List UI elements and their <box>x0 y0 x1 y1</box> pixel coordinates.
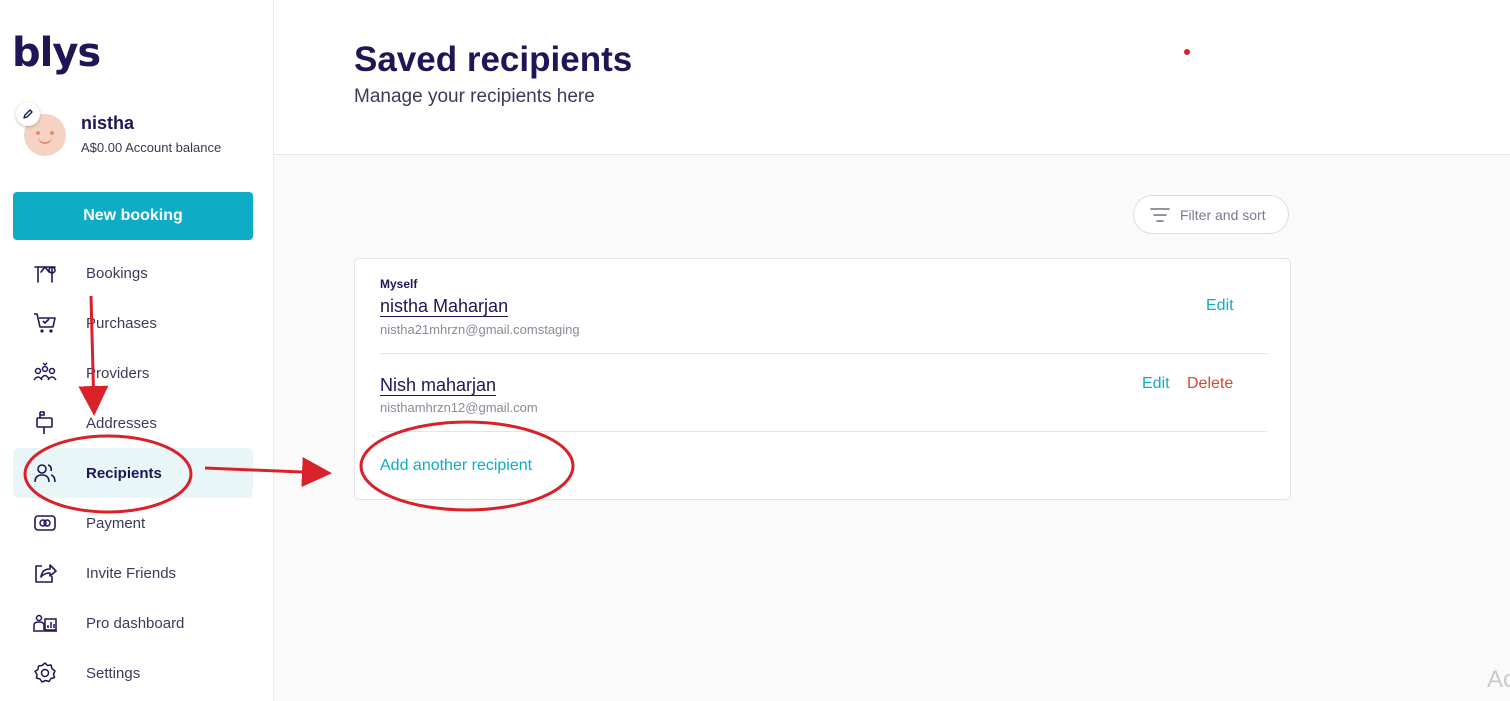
sidebar-item-pro-dashboard[interactable]: Pro dashboard <box>13 598 253 648</box>
blys-logo[interactable]: blys <box>12 30 101 76</box>
profile-name: nistha <box>81 113 135 133</box>
mailbox-icon <box>36 411 53 434</box>
sidebar-item-label: Settings <box>86 664 141 682</box>
filter-label: Filter and sort <box>1180 207 1266 223</box>
pro-dashboard-icon <box>33 614 57 632</box>
avatar-eye <box>36 131 40 135</box>
sidebar-item-label: Providers <box>86 364 150 382</box>
divider <box>380 353 1267 354</box>
recipient-tag: Myself <box>380 277 418 291</box>
recipients-card: Myself nistha Maharjan nistha21mhrzn@gma… <box>354 258 1291 500</box>
profile-card: nistha A$0.00 Account balance <box>16 102 262 160</box>
new-booking-button[interactable]: New booking <box>13 192 253 240</box>
filter-and-sort-button[interactable]: Filter and sort <box>1133 195 1289 234</box>
pencil-icon <box>23 109 33 119</box>
recipient-name[interactable]: Nish maharjan <box>380 375 496 396</box>
delete-recipient-button[interactable]: Delete <box>1187 375 1233 393</box>
sidebar-item-bookings[interactable]: Bookings <box>13 248 253 298</box>
sidebar-item-label: Invite Friends <box>86 564 177 582</box>
recipient-email: nisthamhrzn12@gmail.com <box>380 400 538 415</box>
avatar-mouth <box>38 137 52 144</box>
cart-icon <box>34 313 56 333</box>
sidebar-item-settings[interactable]: Settings <box>13 648 253 698</box>
edit-recipient-button[interactable]: Edit <box>1142 375 1170 393</box>
edit-recipient-button[interactable]: Edit <box>1206 297 1234 315</box>
page-title: Saved recipients <box>354 40 633 79</box>
sidebar-item-label: Addresses <box>86 414 157 432</box>
sidebar-item-invite-friends[interactable]: Invite Friends <box>13 548 253 598</box>
sidebar-item-recipients[interactable]: Recipients <box>13 448 253 498</box>
gear-icon <box>34 662 56 683</box>
bookings-icon <box>34 266 56 283</box>
sidebar-item-label: Pro dashboard <box>86 614 185 632</box>
sidebar-item-addresses[interactable]: Addresses <box>13 398 253 448</box>
divider <box>380 431 1267 432</box>
users-icon <box>34 464 56 483</box>
payment-card-icon <box>34 515 56 531</box>
sidebar: blys nistha A$0.00 Account balance New b… <box>0 0 274 701</box>
avatar-eye <box>50 131 54 135</box>
share-icon <box>35 564 57 583</box>
recipient-email: nistha21mhrzn@gmail.comstaging <box>380 322 580 337</box>
sidebar-item-label: Purchases <box>86 314 157 332</box>
account-balance: A$0.00 Account balance <box>81 140 222 155</box>
sidebar-item-label: Recipients <box>86 464 162 482</box>
edit-avatar-button[interactable] <box>16 102 40 126</box>
corner-overlay-text: Ac <box>1487 666 1510 693</box>
sidebar-item-label: Payment <box>86 514 146 532</box>
sidebar-item-providers[interactable]: Providers <box>13 348 253 398</box>
annotation-dot <box>1184 49 1190 55</box>
filter-icon <box>1150 208 1170 222</box>
providers-icon <box>33 362 57 381</box>
sidebar-item-label: Bookings <box>86 264 148 282</box>
page-header: Saved recipients Manage your recipients … <box>274 0 1510 155</box>
recipient-name[interactable]: nistha Maharjan <box>380 296 508 317</box>
page-subtitle: Manage your recipients here <box>354 86 595 107</box>
add-another-recipient-link[interactable]: Add another recipient <box>380 457 532 475</box>
sidebar-item-purchases[interactable]: Purchases <box>13 298 253 348</box>
sidebar-item-payment[interactable]: Payment <box>13 498 253 548</box>
